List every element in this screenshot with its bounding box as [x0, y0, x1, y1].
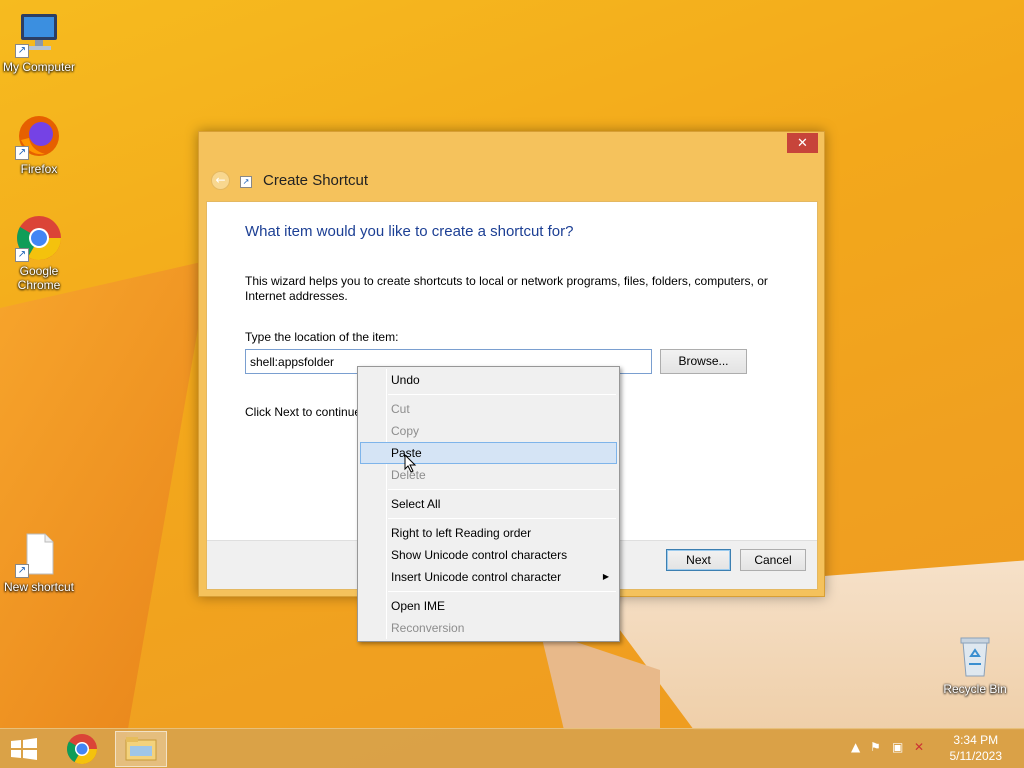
menu-item-rtl-reading-order[interactable]: Right to left Reading order [360, 522, 617, 544]
menu-item-open-ime[interactable]: Open IME [360, 595, 617, 617]
dialog-title: Create Shortcut [263, 172, 369, 189]
taskbar-chrome-button[interactable] [60, 731, 104, 767]
wallpaper-shape [540, 630, 660, 730]
context-menu: Undo Cut Copy Paste Delete Select All Ri… [357, 366, 620, 642]
menu-item-insert-unicode[interactable]: Insert Unicode control character ▶ [360, 566, 617, 588]
menu-item-undo[interactable]: Undo [360, 369, 617, 391]
show-hidden-icons-icon[interactable]: ▲ [851, 740, 860, 754]
desktop-icon-firefox[interactable]: ↗ Firefox [0, 112, 78, 176]
system-tray: ▲ ⚑ ▣ ✕ 3:34 PM 5/11/2023 [844, 729, 1024, 768]
menu-item-delete: Delete [391, 468, 426, 482]
start-button[interactable] [8, 737, 40, 761]
firefox-icon: ↗ [15, 112, 63, 160]
menu-item-paste[interactable]: Paste [360, 442, 617, 464]
recycle-bin-icon [951, 632, 999, 680]
folder-icon [125, 737, 157, 761]
cancel-button[interactable]: Cancel [740, 549, 806, 571]
submenu-arrow-icon: ▶ [602, 572, 609, 581]
location-label: Type the location of the item: [245, 330, 399, 344]
chrome-icon: ↗ [15, 214, 63, 262]
browse-button[interactable]: Browse... [660, 349, 747, 374]
clock-time: 3:34 PM [953, 733, 999, 747]
desktop-icon-label: Google Chrome [17, 264, 61, 292]
desktop-icon-label: Recycle Bin [943, 682, 1007, 696]
desktop-icon-my-computer[interactable]: ↗ My Computer [0, 10, 78, 74]
menu-item-select-all[interactable]: Select All [360, 493, 617, 515]
clock-date: 5/11/2023 [949, 749, 1003, 763]
desktop-icon-new-shortcut[interactable]: ↗ New shortcut [0, 530, 78, 594]
network-icon[interactable]: ▣ [892, 740, 903, 754]
desktop-icon-label: New shortcut [3, 580, 75, 594]
menu-separator [388, 394, 616, 395]
wallpaper-shape [0, 260, 210, 740]
next-hint-text: Click Next to continue. [245, 405, 357, 419]
menu-separator [388, 591, 616, 592]
wizard-description: This wizard helps you to create shortcut… [245, 274, 768, 303]
desktop-icon-label: Firefox [20, 162, 58, 176]
menu-item-show-unicode[interactable]: Show Unicode control characters [360, 544, 617, 566]
menu-separator [388, 518, 616, 519]
windows-logo-icon [11, 738, 37, 760]
desktop-icon-recycle-bin[interactable]: Recycle Bin [936, 632, 1014, 696]
computer-icon: ↗ [15, 10, 63, 58]
menu-item-copy: Copy [391, 424, 420, 438]
desktop-icon-label: My Computer [2, 60, 76, 74]
menu-item-reconversion: Reconversion [391, 621, 465, 635]
taskbar-explorer-button[interactable] [115, 731, 167, 767]
menu-item-label: Insert Unicode control character [391, 570, 562, 584]
clock[interactable]: 3:34 PM 5/11/2023 [950, 732, 1003, 764]
volume-muted-icon[interactable]: ✕ [914, 740, 924, 754]
next-button[interactable]: Next [666, 549, 731, 571]
document-icon: ↗ [15, 530, 63, 578]
menu-separator [388, 489, 616, 490]
close-button[interactable]: ✕ [787, 133, 818, 153]
action-center-flag-icon[interactable]: ⚑ [870, 740, 881, 754]
menu-item-cut: Cut [391, 402, 410, 416]
taskbar: ▲ ⚑ ▣ ✕ 3:34 PM 5/11/2023 [0, 728, 1024, 768]
wizard-heading: What item would you like to create a sho… [245, 223, 574, 240]
back-arrow-icon[interactable]: ← [211, 171, 230, 190]
chrome-icon [66, 734, 97, 765]
shortcut-icon: ↗ [240, 176, 252, 188]
desktop-icon-google-chrome[interactable]: ↗ Google Chrome [0, 214, 78, 292]
